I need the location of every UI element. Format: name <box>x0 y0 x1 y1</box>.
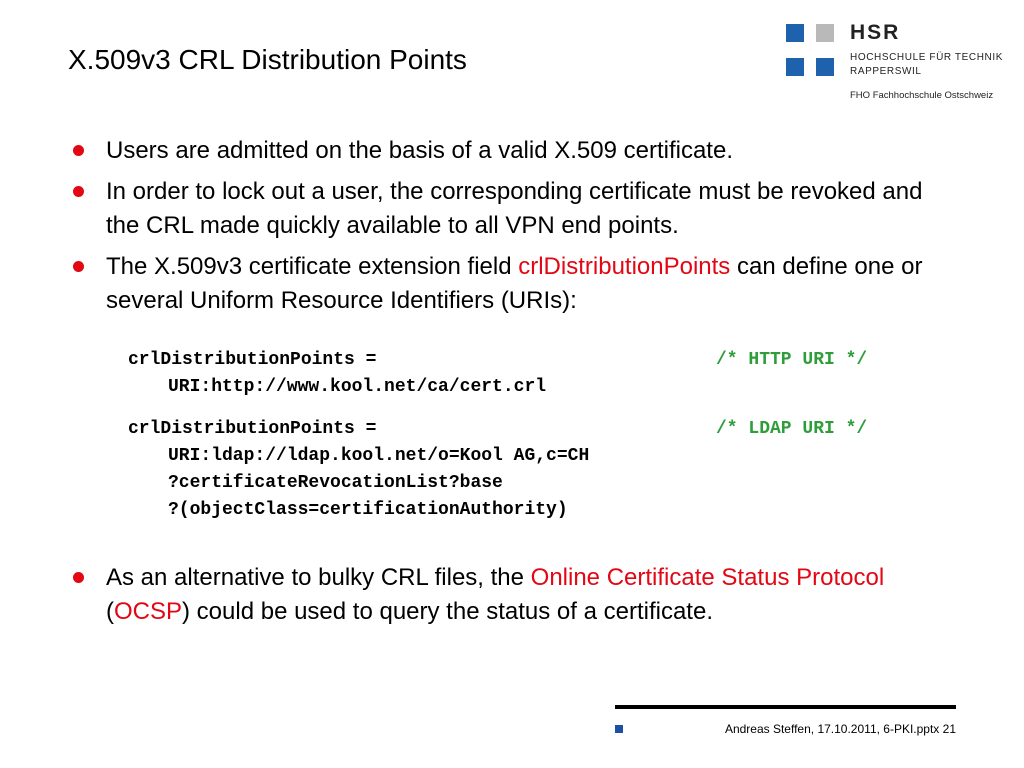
bullet-text: As an alternative to bulky CRL files, th… <box>106 564 531 591</box>
highlighted-acronym: OCSP <box>114 598 183 625</box>
highlighted-field-name: crlDistributionPoints <box>518 253 731 280</box>
logo-tagline: FHO Fachhochschule Ostschweiz <box>850 90 994 101</box>
bullet-item: The X.509v3 certificate extension field … <box>73 250 946 318</box>
logo-line-2: RAPPERSWIL <box>850 66 922 77</box>
hsr-logo: HSR HOCHSCHULE FÜR TECHNIK RAPPERSWIL FH… <box>784 21 1016 104</box>
bullet-text: Users are admitted on the basis of a val… <box>106 137 733 164</box>
slide-title: X.509v3 CRL Distribution Points <box>68 44 467 75</box>
code-line: ?certificateRevocationList?base <box>168 473 503 493</box>
highlighted-protocol-name: Online Certificate Status Protocol <box>530 564 885 591</box>
footer-text: Andreas Steffen, 17.10.2011, 6-PKI.pptx … <box>724 722 956 736</box>
bullet-text: In order to lock out a user, the corresp… <box>106 178 923 239</box>
code-line: crlDistributionPoints = <box>128 419 377 439</box>
code-line: crlDistributionPoints = <box>128 350 377 370</box>
logo-square-icon <box>786 24 804 42</box>
code-comment: /* HTTP URI */ <box>716 350 868 370</box>
code-line: URI:ldap://ldap.kool.net/o=Kool AG,c=CH <box>168 446 590 466</box>
code-comment: /* LDAP URI */ <box>716 419 868 439</box>
logo-square-icon <box>786 58 804 76</box>
code-line: ?(objectClass=certificationAuthority) <box>168 500 568 520</box>
code-line: URI:http://www.kool.net/ca/cert.crl <box>168 377 547 397</box>
logo-line-1: HOCHSCHULE FÜR TECHNIK <box>850 52 1004 63</box>
bullet-item: As an alternative to bulky CRL files, th… <box>73 561 946 629</box>
bullet-text: The X.509v3 certificate extension field <box>106 253 519 280</box>
bullet-text: ( <box>106 598 114 625</box>
bullet-item: In order to lock out a user, the corresp… <box>73 175 946 243</box>
footer-square-icon <box>615 725 623 733</box>
logo-square-icon <box>816 24 834 42</box>
logo-name: HSR <box>850 21 901 44</box>
logo-square-icon <box>816 58 834 76</box>
footer-divider <box>615 705 956 709</box>
bullet-item: Users are admitted on the basis of a val… <box>73 134 946 168</box>
bullet-text: ) could be used to query the status of a… <box>182 598 713 625</box>
